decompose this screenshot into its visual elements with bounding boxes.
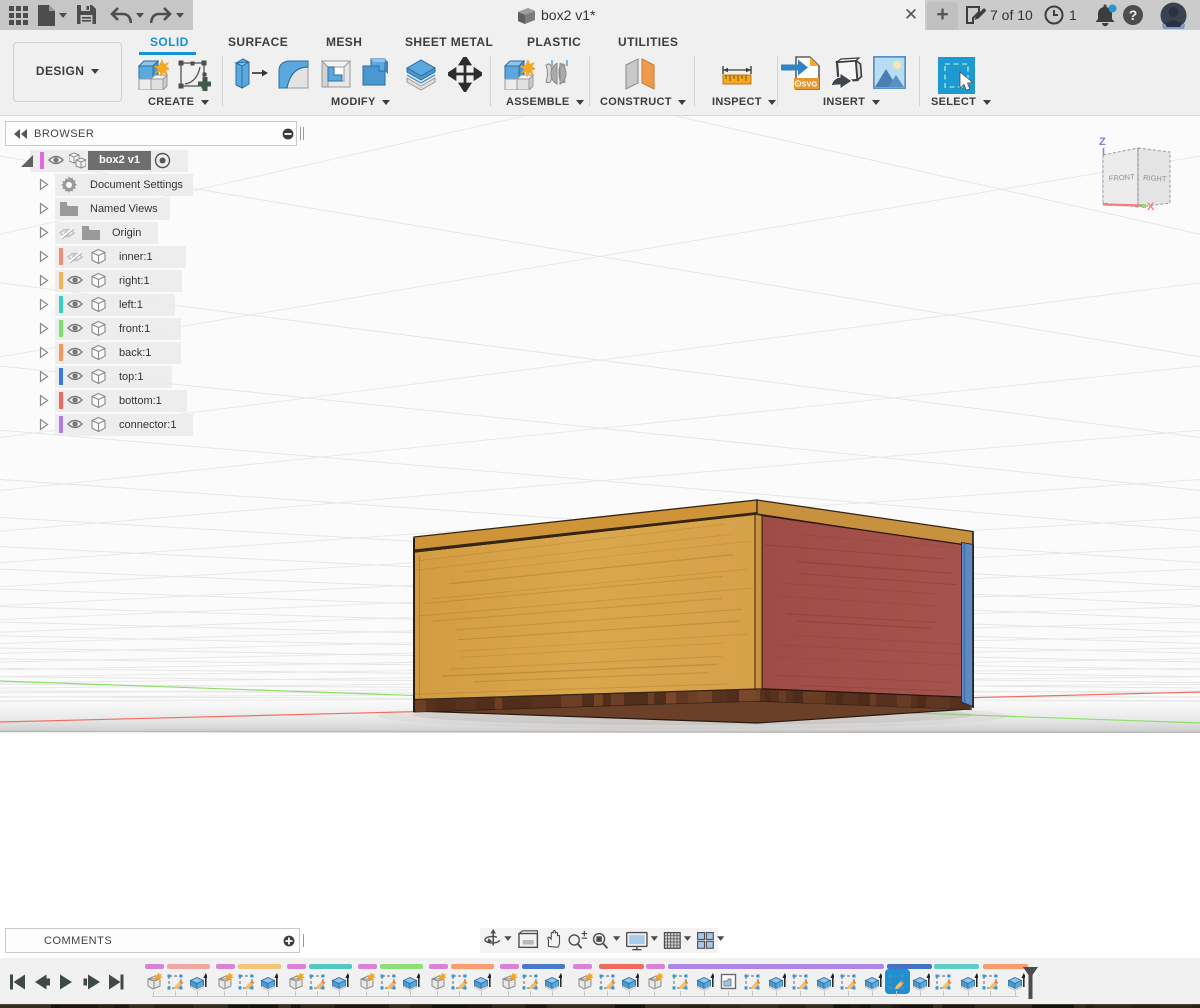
svg-text:SVG: SVG bbox=[802, 80, 818, 89]
svg-text:Z: Z bbox=[1099, 136, 1106, 148]
svg-text:?: ? bbox=[1129, 7, 1138, 23]
svg-text:X: X bbox=[1147, 201, 1155, 213]
svg-text:FRONT: FRONT bbox=[1109, 172, 1136, 183]
svg-text:RIGHT: RIGHT bbox=[1143, 173, 1167, 184]
